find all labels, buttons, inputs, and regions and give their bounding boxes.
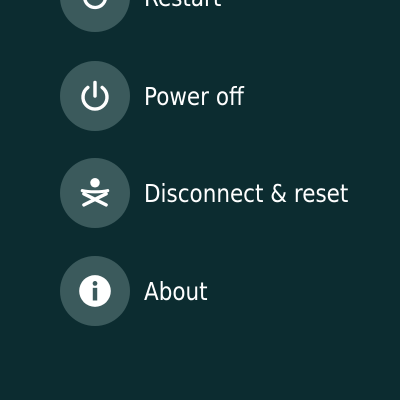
power-menu: Restart Power off Disconnect & reset — [0, 0, 400, 400]
menu-item-restart[interactable]: Restart — [60, 0, 234, 32]
menu-item-disconnect-reset[interactable]: Disconnect & reset — [60, 158, 382, 228]
about-button-circle[interactable] — [60, 256, 130, 326]
menu-item-about[interactable]: About — [60, 256, 218, 326]
menu-item-label: Disconnect & reset — [144, 178, 349, 208]
menu-item-power-off[interactable]: Power off — [60, 61, 260, 131]
menu-item-label: About — [144, 276, 208, 306]
disconnect-reset-icon — [80, 177, 110, 207]
power-icon — [81, 80, 109, 111]
disconnect-reset-button-circle[interactable] — [60, 158, 130, 228]
restart-icon — [83, 0, 107, 10]
menu-item-label: Power off — [144, 81, 244, 111]
restart-button-circle[interactable] — [60, 0, 130, 32]
menu-item-label: Restart — [144, 0, 221, 12]
power-off-button-circle[interactable] — [60, 61, 130, 131]
info-icon — [79, 275, 111, 307]
